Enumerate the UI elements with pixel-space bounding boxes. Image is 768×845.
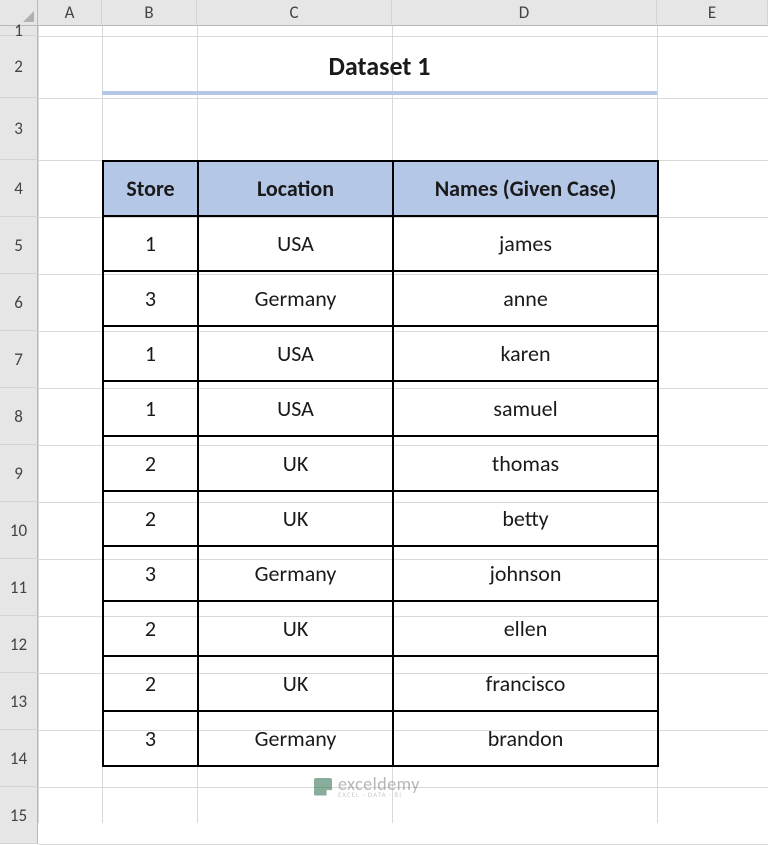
table-row: 2UKfrancisco xyxy=(103,656,658,711)
table-row: 3Germanyjohnson xyxy=(103,546,658,601)
row-header-8[interactable]: 8 xyxy=(0,388,38,445)
cell-location[interactable]: UK xyxy=(198,436,393,491)
cell-store[interactable]: 2 xyxy=(103,656,198,711)
watermark: exceldemy EXCEL · DATA · BI xyxy=(314,775,420,798)
spreadsheet-grid: ABCDE 123456789101112131415 Dataset 1 St… xyxy=(0,0,768,823)
table-row: 2UKbetty xyxy=(103,491,658,546)
watermark-logo-icon xyxy=(314,778,332,796)
cell-store[interactable]: 1 xyxy=(103,381,198,436)
cell-location[interactable]: Germany xyxy=(198,546,393,601)
column-headers: ABCDE xyxy=(38,0,768,26)
table-row: 1USAjames xyxy=(103,216,658,271)
table-header-row: Store Location Names (Given Case) xyxy=(103,161,658,216)
cell-location[interactable]: UK xyxy=(198,656,393,711)
row-header-11[interactable]: 11 xyxy=(0,559,38,616)
table-row: 1USAsamuel xyxy=(103,381,658,436)
cell-name[interactable]: anne xyxy=(393,271,658,326)
cell-store[interactable]: 3 xyxy=(103,546,198,601)
row-header-7[interactable]: 7 xyxy=(0,331,38,388)
column-header-E[interactable]: E xyxy=(657,0,768,26)
cell-store[interactable]: 2 xyxy=(103,436,198,491)
cell-name[interactable]: samuel xyxy=(393,381,658,436)
row-header-14[interactable]: 14 xyxy=(0,730,38,787)
header-store[interactable]: Store xyxy=(103,161,198,216)
row-header-3[interactable]: 3 xyxy=(0,98,38,160)
table-row: 3Germanyanne xyxy=(103,271,658,326)
cell-location[interactable]: UK xyxy=(198,601,393,656)
cell-location[interactable]: Germany xyxy=(198,271,393,326)
cell-location[interactable]: Germany xyxy=(198,711,393,766)
table-row: 1USAkaren xyxy=(103,326,658,381)
row-header-13[interactable]: 13 xyxy=(0,673,38,730)
cell-store[interactable]: 2 xyxy=(103,601,198,656)
table-row: 2UKthomas xyxy=(103,436,658,491)
row-header-2[interactable]: 2 xyxy=(0,36,38,98)
cell-store[interactable]: 3 xyxy=(103,711,198,766)
cell-name[interactable]: karen xyxy=(393,326,658,381)
column-header-D[interactable]: D xyxy=(392,0,657,26)
row-header-15[interactable]: 15 xyxy=(0,787,38,844)
row-header-10[interactable]: 10 xyxy=(0,502,38,559)
dataset-title-text: Dataset 1 xyxy=(329,50,431,82)
row-header-4[interactable]: 4 xyxy=(0,160,38,217)
row-headers: 123456789101112131415 xyxy=(0,26,38,844)
cell-store[interactable]: 1 xyxy=(103,216,198,271)
cell-location[interactable]: UK xyxy=(198,491,393,546)
table-row: 3Germanybrandon xyxy=(103,711,658,766)
header-location[interactable]: Location xyxy=(198,161,393,216)
cell-store[interactable]: 3 xyxy=(103,271,198,326)
watermark-subtext: EXCEL · DATA · BI xyxy=(338,791,420,798)
cell-store[interactable]: 2 xyxy=(103,491,198,546)
table-row: 2UKellen xyxy=(103,601,658,656)
cell-location[interactable]: USA xyxy=(198,326,393,381)
cell-name[interactable]: james xyxy=(393,216,658,271)
cell-location[interactable]: USA xyxy=(198,216,393,271)
cell-store[interactable]: 1 xyxy=(103,326,198,381)
column-header-B[interactable]: B xyxy=(102,0,197,26)
row-header-9[interactable]: 9 xyxy=(0,445,38,502)
dataset-title: Dataset 1 xyxy=(102,40,657,95)
cell-name[interactable]: thomas xyxy=(393,436,658,491)
column-header-A[interactable]: A xyxy=(38,0,102,26)
cell-name[interactable]: francisco xyxy=(393,656,658,711)
cell-name[interactable]: ellen xyxy=(393,601,658,656)
row-header-5[interactable]: 5 xyxy=(0,217,38,274)
cell-name[interactable]: brandon xyxy=(393,711,658,766)
column-header-C[interactable]: C xyxy=(197,0,392,26)
cell-location[interactable]: USA xyxy=(198,381,393,436)
row-header-6[interactable]: 6 xyxy=(0,274,38,331)
row-header-12[interactable]: 12 xyxy=(0,616,38,673)
cell-name[interactable]: johnson xyxy=(393,546,658,601)
data-table: Store Location Names (Given Case) 1USAja… xyxy=(102,160,659,767)
header-names[interactable]: Names (Given Case) xyxy=(393,161,658,216)
cell-name[interactable]: betty xyxy=(393,491,658,546)
row-header-1[interactable]: 1 xyxy=(0,26,38,36)
